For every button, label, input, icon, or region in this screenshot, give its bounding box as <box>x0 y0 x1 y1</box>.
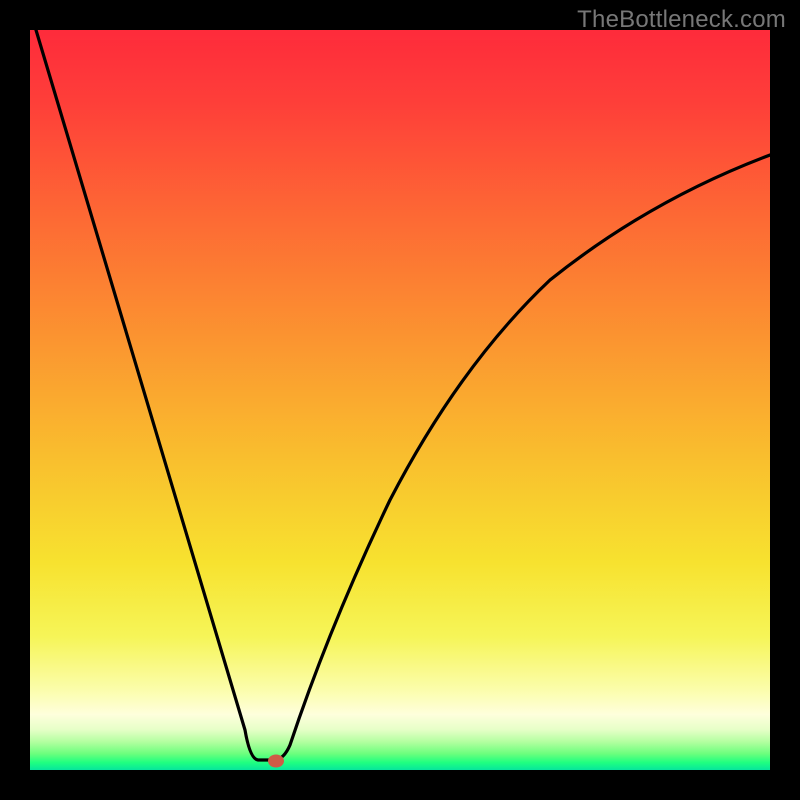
bottleneck-curve-right <box>275 155 770 760</box>
chart-frame: TheBottleneck.com <box>0 0 800 800</box>
plot-area <box>30 30 770 770</box>
minimum-marker <box>268 755 284 768</box>
curve-svg <box>30 30 770 770</box>
bottleneck-curve-left <box>36 30 275 760</box>
